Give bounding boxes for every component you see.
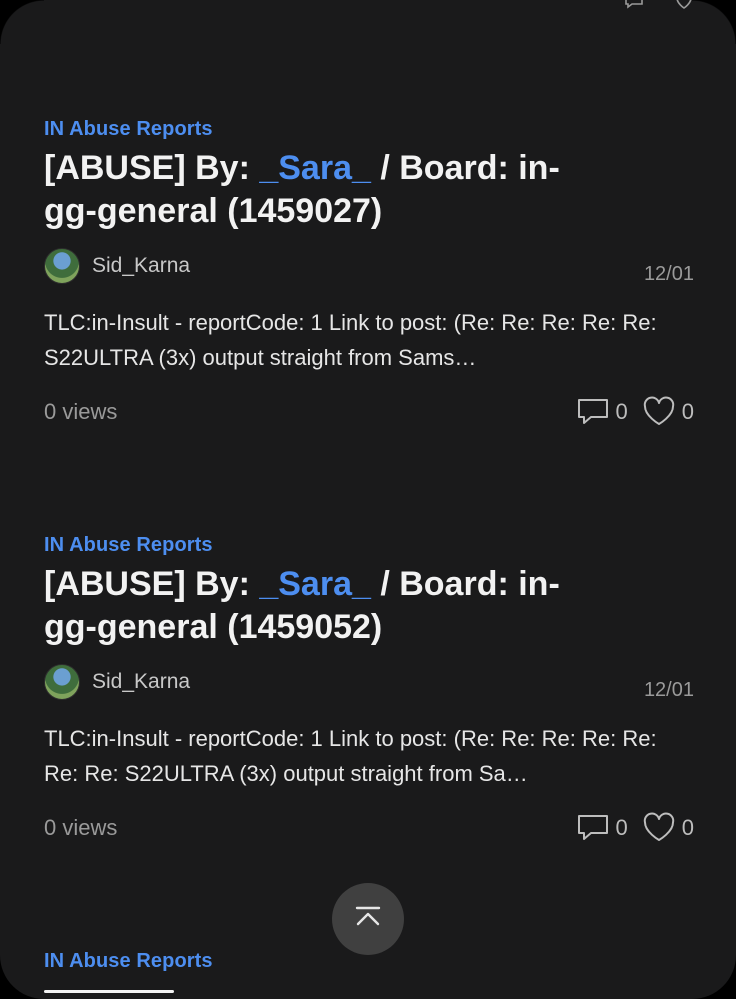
comment-icon[interactable] bbox=[622, 0, 646, 18]
heart-icon[interactable] bbox=[642, 811, 676, 845]
view-count: 0 views bbox=[44, 399, 118, 424]
reported-user-link[interactable]: _Sara_ bbox=[259, 565, 371, 603]
author-row: Sid_Karna 12/01 bbox=[44, 663, 694, 701]
author-name[interactable]: Sid_Karna bbox=[92, 670, 190, 694]
post-date: 12/01 bbox=[643, 262, 694, 285]
post-title-peek bbox=[44, 990, 174, 993]
heart-icon[interactable] bbox=[642, 395, 676, 429]
board-link[interactable]: IN Abuse Reports bbox=[44, 534, 213, 557]
previous-post-stats-peek bbox=[622, 0, 696, 18]
like-count: 0 bbox=[681, 399, 694, 424]
scroll-to-top-icon bbox=[353, 902, 383, 937]
engagement-counts: 0 0 bbox=[576, 811, 694, 845]
post-card[interactable]: IN Abuse Reports [ABUSE] By: _Sara_ / Bo… bbox=[44, 534, 694, 845]
board-link[interactable]: IN Abuse Reports bbox=[44, 950, 213, 973]
board-link[interactable]: IN Abuse Reports bbox=[44, 118, 213, 141]
post-title[interactable]: [ABUSE] By: _Sara_ / Board: in-gg-genera… bbox=[44, 563, 564, 649]
avatar[interactable] bbox=[44, 248, 80, 284]
post-title-prefix: [ABUSE] By: bbox=[44, 149, 260, 187]
author-row: Sid_Karna 12/01 bbox=[44, 247, 694, 285]
post-excerpt[interactable]: TLC:in-Insult - reportCode: 1 Link to po… bbox=[44, 305, 664, 375]
view-count: 0 views bbox=[44, 815, 118, 840]
app-screen: IN Abuse Reports [ABUSE] By: _Sara_ / Bo… bbox=[0, 0, 736, 999]
comment-count: 0 bbox=[615, 815, 628, 840]
post-title-prefix: [ABUSE] By: bbox=[44, 565, 260, 603]
post-title[interactable]: [ABUSE] By: _Sara_ / Board: in-gg-genera… bbox=[44, 147, 564, 233]
post-excerpt[interactable]: TLC:in-Insult - reportCode: 1 Link to po… bbox=[44, 721, 664, 791]
stats-row: 0 views 0 0 bbox=[44, 811, 694, 845]
comment-count: 0 bbox=[615, 399, 628, 424]
engagement-counts: 0 0 bbox=[576, 395, 694, 429]
stats-row: 0 views 0 0 bbox=[44, 395, 694, 429]
scroll-to-top-button[interactable] bbox=[332, 883, 404, 955]
heart-icon[interactable] bbox=[672, 0, 696, 18]
comment-icon[interactable] bbox=[576, 395, 610, 429]
post-date: 12/01 bbox=[643, 678, 694, 701]
like-count: 0 bbox=[681, 815, 694, 840]
avatar[interactable] bbox=[44, 664, 80, 700]
comment-icon[interactable] bbox=[576, 811, 610, 845]
author-name[interactable]: Sid_Karna bbox=[92, 254, 190, 278]
post-card[interactable]: IN Abuse Reports [ABUSE] By: _Sara_ / Bo… bbox=[44, 118, 694, 429]
reported-user-link[interactable]: _Sara_ bbox=[259, 149, 371, 187]
